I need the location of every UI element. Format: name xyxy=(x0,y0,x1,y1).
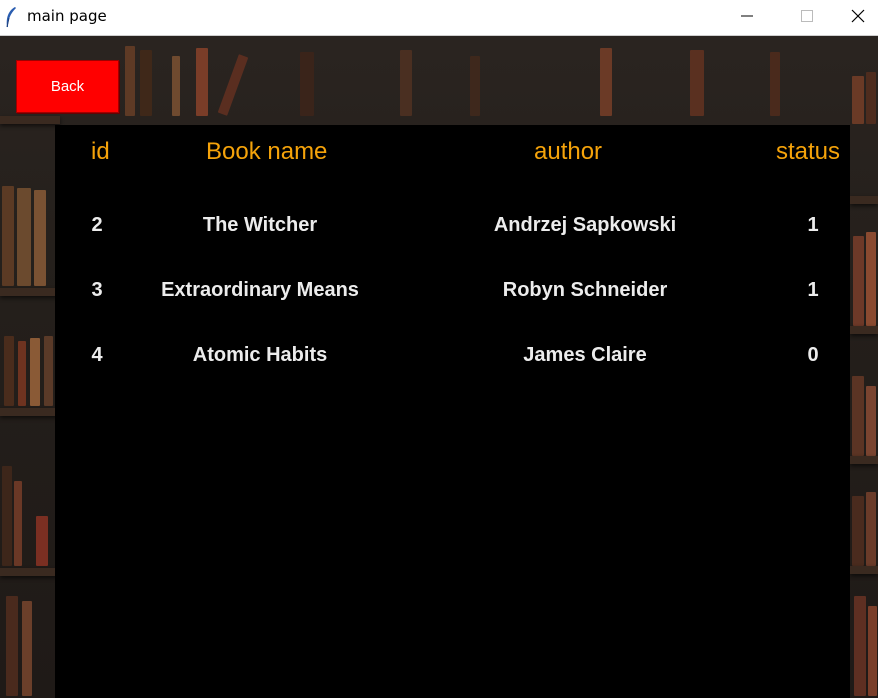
books-table-panel xyxy=(55,125,850,698)
book xyxy=(36,516,48,566)
book xyxy=(18,341,26,406)
book xyxy=(470,56,480,116)
book xyxy=(44,336,53,406)
window-title: main page xyxy=(27,7,107,25)
header-id: id xyxy=(91,138,110,165)
book xyxy=(125,46,135,116)
maximize-icon xyxy=(801,10,813,22)
book xyxy=(17,188,31,286)
minimize-button[interactable] xyxy=(718,0,776,32)
title-bar: main page xyxy=(0,0,878,36)
book xyxy=(300,52,314,116)
minimize-icon xyxy=(741,15,753,17)
row-3-id: 4 xyxy=(91,344,103,366)
book xyxy=(14,481,22,566)
shelf xyxy=(850,456,878,464)
book xyxy=(2,186,14,286)
book xyxy=(866,232,876,326)
header-author: author xyxy=(534,138,603,165)
shelf xyxy=(0,288,60,296)
row-2-status: 1 xyxy=(807,279,819,301)
shelf xyxy=(0,568,60,576)
book xyxy=(196,48,208,116)
row-3-book-name: Atomic Habits xyxy=(192,344,328,366)
back-button[interactable]: Back xyxy=(16,60,119,113)
book xyxy=(770,52,780,116)
row-1-id: 2 xyxy=(91,214,103,236)
book xyxy=(6,596,18,696)
row-1-status: 1 xyxy=(807,214,819,236)
book xyxy=(868,606,877,696)
row-1-author: Andrzej Sapkowski xyxy=(493,214,677,236)
shelf xyxy=(850,196,878,204)
row-1-book-name: The Witcher xyxy=(202,214,318,236)
book xyxy=(4,336,14,406)
book xyxy=(866,72,876,124)
row-2-id: 3 xyxy=(91,279,103,301)
book xyxy=(690,50,704,116)
book xyxy=(400,50,412,116)
book xyxy=(22,601,32,696)
feather-icon xyxy=(6,7,16,28)
book xyxy=(852,76,864,124)
book xyxy=(30,338,40,406)
book xyxy=(217,54,249,116)
book xyxy=(866,386,876,456)
book xyxy=(866,492,876,566)
book xyxy=(172,56,180,116)
book xyxy=(34,190,46,286)
maximize-button[interactable] xyxy=(778,0,836,32)
row-2-author: Robyn Schneider xyxy=(502,279,668,301)
book xyxy=(2,466,12,566)
book xyxy=(140,50,152,116)
book xyxy=(600,48,612,116)
row-2-book-name: Extraordinary Means xyxy=(161,279,359,301)
close-button[interactable] xyxy=(838,0,878,32)
book xyxy=(852,496,864,566)
close-icon xyxy=(851,9,865,23)
shelf xyxy=(850,566,878,574)
header-status: status xyxy=(776,138,841,165)
row-3-author: James Claire xyxy=(523,344,647,366)
shelf xyxy=(0,408,60,416)
header-book-name: Book name xyxy=(206,138,328,165)
book xyxy=(854,596,866,696)
shelf xyxy=(850,326,878,334)
row-3-status: 0 xyxy=(807,344,819,366)
book xyxy=(853,236,864,326)
book xyxy=(852,376,864,456)
shelf xyxy=(0,116,60,124)
